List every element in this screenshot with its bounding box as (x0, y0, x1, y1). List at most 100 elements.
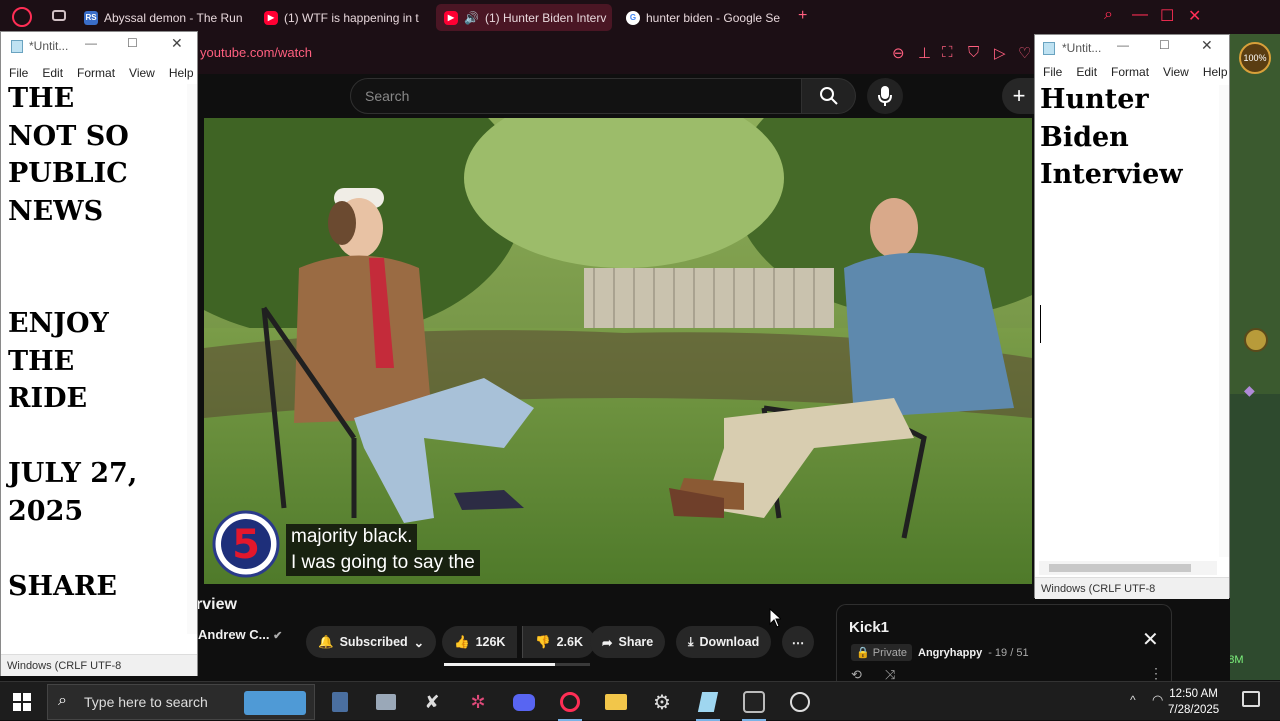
close-icon[interactable]: ✕ (171, 35, 183, 52)
horizontal-scrollbar[interactable] (1039, 561, 1217, 575)
windows-start-button[interactable] (8, 688, 36, 716)
maximize-icon[interactable]: ☐ (1160, 6, 1174, 26)
network-drive-icon[interactable] (372, 688, 400, 716)
scrollbar-thumb[interactable] (1049, 564, 1191, 572)
app-star-icon[interactable]: ✲ (464, 688, 492, 716)
tab-wtf-happening[interactable]: ▶ (1) WTF is happening in t (256, 4, 428, 31)
download-button[interactable]: ⤓ Download (676, 626, 772, 658)
youtube-favicon-icon: ▶ (264, 10, 278, 25)
send-icon[interactable]: ▷ (994, 44, 1006, 62)
menu-view[interactable]: View (129, 66, 155, 80)
windows-logo-icon (13, 693, 31, 711)
clock-app-icon[interactable] (786, 688, 814, 716)
notepad-right-text[interactable]: Hunter Biden Interview (1040, 81, 1183, 194)
menu-edit[interactable]: Edit (1076, 65, 1097, 79)
close-icon[interactable]: ✕ (1201, 37, 1213, 54)
maximize-icon[interactable]: ☐ (127, 36, 138, 50)
menu-format[interactable]: Format (1111, 65, 1149, 79)
video-player[interactable]: 5 majority black. I was going to say the (204, 118, 1032, 584)
minimize-icon[interactable]: — (1132, 6, 1148, 24)
game-orb-icon[interactable] (1244, 328, 1268, 352)
maximize-icon[interactable]: ☐ (1159, 38, 1170, 52)
runelite-icon[interactable] (740, 688, 768, 721)
notepad-left-text[interactable]: THE NOT SO PUBLIC NEWS ENJOY THE RIDE JU… (8, 80, 137, 605)
notepad-app-icon (11, 40, 23, 53)
snapshot-icon[interactable]: ⛶ (942, 44, 953, 61)
minimize-icon[interactable]: — (1117, 38, 1129, 52)
new-tab-button[interactable]: + (798, 7, 807, 25)
download-icon: ⤓ (688, 634, 694, 649)
show-hidden-icons-button[interactable]: ^ (1130, 693, 1136, 707)
pocket-icon[interactable]: ⛉ (968, 44, 979, 61)
playlist-owner[interactable]: Angryhappy (918, 647, 982, 659)
youtube-header: Search + (196, 74, 1036, 118)
dislike-button[interactable]: 👎 2.6K (522, 626, 595, 658)
discord-icon[interactable] (510, 688, 538, 716)
runescape-favicon-icon: RS (84, 10, 98, 25)
more-actions-button[interactable]: ⋯ (782, 626, 814, 658)
search-highlight-icon (244, 691, 306, 715)
channel-name[interactable]: Andrew C... ✔ (198, 627, 282, 642)
gamepad-icon[interactable] (52, 10, 66, 21)
create-button[interactable]: + (1002, 78, 1036, 114)
tab-hunter-biden-interview[interactable]: ▶ 🔊 (1) Hunter Biden Interv (436, 4, 612, 31)
opera-logo-icon[interactable] (12, 7, 32, 27)
pin-icon[interactable]: ⊥ (918, 44, 931, 62)
share-button[interactable]: ➦ Share (590, 626, 666, 658)
menu-edit[interactable]: Edit (42, 66, 63, 80)
verified-icon: ✔ (273, 630, 283, 642)
menu-file[interactable]: File (1043, 65, 1062, 79)
search-tabs-icon[interactable]: ⌕ (1104, 6, 1113, 24)
menu-view[interactable]: View (1163, 65, 1189, 79)
speaker-icon[interactable]: 🔊 (464, 11, 479, 25)
close-playlist-icon[interactable]: ✕ (1142, 627, 1159, 652)
like-button[interactable]: 👍 126K (442, 626, 518, 658)
video-captions: majority black. I was going to say the (286, 524, 480, 576)
url-text[interactable]: youtube.com/watch (200, 45, 312, 60)
playlist-title[interactable]: Kick1 (849, 619, 889, 636)
dislike-count: 2.6K (556, 635, 583, 649)
search-input[interactable]: Search (350, 78, 802, 114)
zoom-out-icon[interactable]: ⊖ (892, 44, 905, 62)
more-horizontal-icon: ⋯ (791, 635, 805, 650)
settings-gear-icon[interactable]: ⚙ (648, 688, 676, 716)
channel-logo-number: 5 (232, 522, 260, 568)
menu-file[interactable]: File (9, 66, 28, 80)
calculator-icon[interactable] (326, 688, 354, 716)
menu-help[interactable]: Help (169, 66, 194, 80)
playlist-menu-icon[interactable]: ⋮ (1149, 665, 1163, 682)
system-clock[interactable]: 12:50 AM 7/28/2025 (1168, 686, 1219, 718)
spellbook-icon[interactable]: ◆ (1244, 382, 1255, 399)
game-zoom-orb[interactable]: 100% (1239, 42, 1271, 74)
file-explorer-icon[interactable] (602, 688, 630, 716)
google-favicon-icon: G (626, 10, 640, 25)
mouse-cursor-icon (769, 608, 781, 628)
subscribed-button[interactable]: 🔔 Subscribed ⌄ (306, 626, 437, 658)
taskbar-search-input[interactable]: ⌕ Type here to search (47, 684, 315, 720)
minimize-icon[interactable]: — (85, 36, 97, 50)
tool-icon[interactable]: ✘ (418, 688, 446, 716)
close-icon[interactable]: ✕ (1188, 6, 1201, 26)
menu-format[interactable]: Format (77, 66, 115, 80)
game-money-amount: 578M (1230, 654, 1244, 666)
notepad-taskbar-icon[interactable] (694, 688, 722, 721)
search-button[interactable] (802, 78, 856, 114)
tab-google-search[interactable]: G hunter biden - Google Se (618, 4, 794, 31)
voice-search-button[interactable] (867, 78, 903, 114)
browser-tab-strip: RS Abyssal demon - The Run ▶ (1) WTF is … (0, 0, 1280, 34)
network-icon[interactable]: ◠ (1152, 692, 1163, 708)
game-client-sidebar: 100% ◆ 578M (1230, 34, 1280, 680)
tab-label: (1) WTF is happening in t (284, 10, 419, 25)
tab-abyssal-demon[interactable]: RS Abyssal demon - The Run (76, 4, 248, 31)
playlist-position: - 19 / 51 (988, 646, 1029, 659)
menu-help[interactable]: Help (1203, 65, 1228, 79)
progress-bar[interactable] (444, 663, 590, 666)
vertical-scrollbar[interactable] (187, 84, 197, 634)
notepad-right-title: *Untit... (1062, 41, 1102, 55)
heart-icon[interactable]: ♡ (1018, 44, 1031, 62)
notepad-right-window: *Untit... — ☐ ✕ File Edit Format View He… (1034, 34, 1230, 599)
opera-browser-icon[interactable] (556, 688, 584, 721)
vertical-scrollbar[interactable] (1219, 85, 1229, 557)
notifications-icon[interactable] (1242, 691, 1260, 707)
notepad-right-status: Windows (CRLF UTF-8 (1035, 577, 1229, 599)
